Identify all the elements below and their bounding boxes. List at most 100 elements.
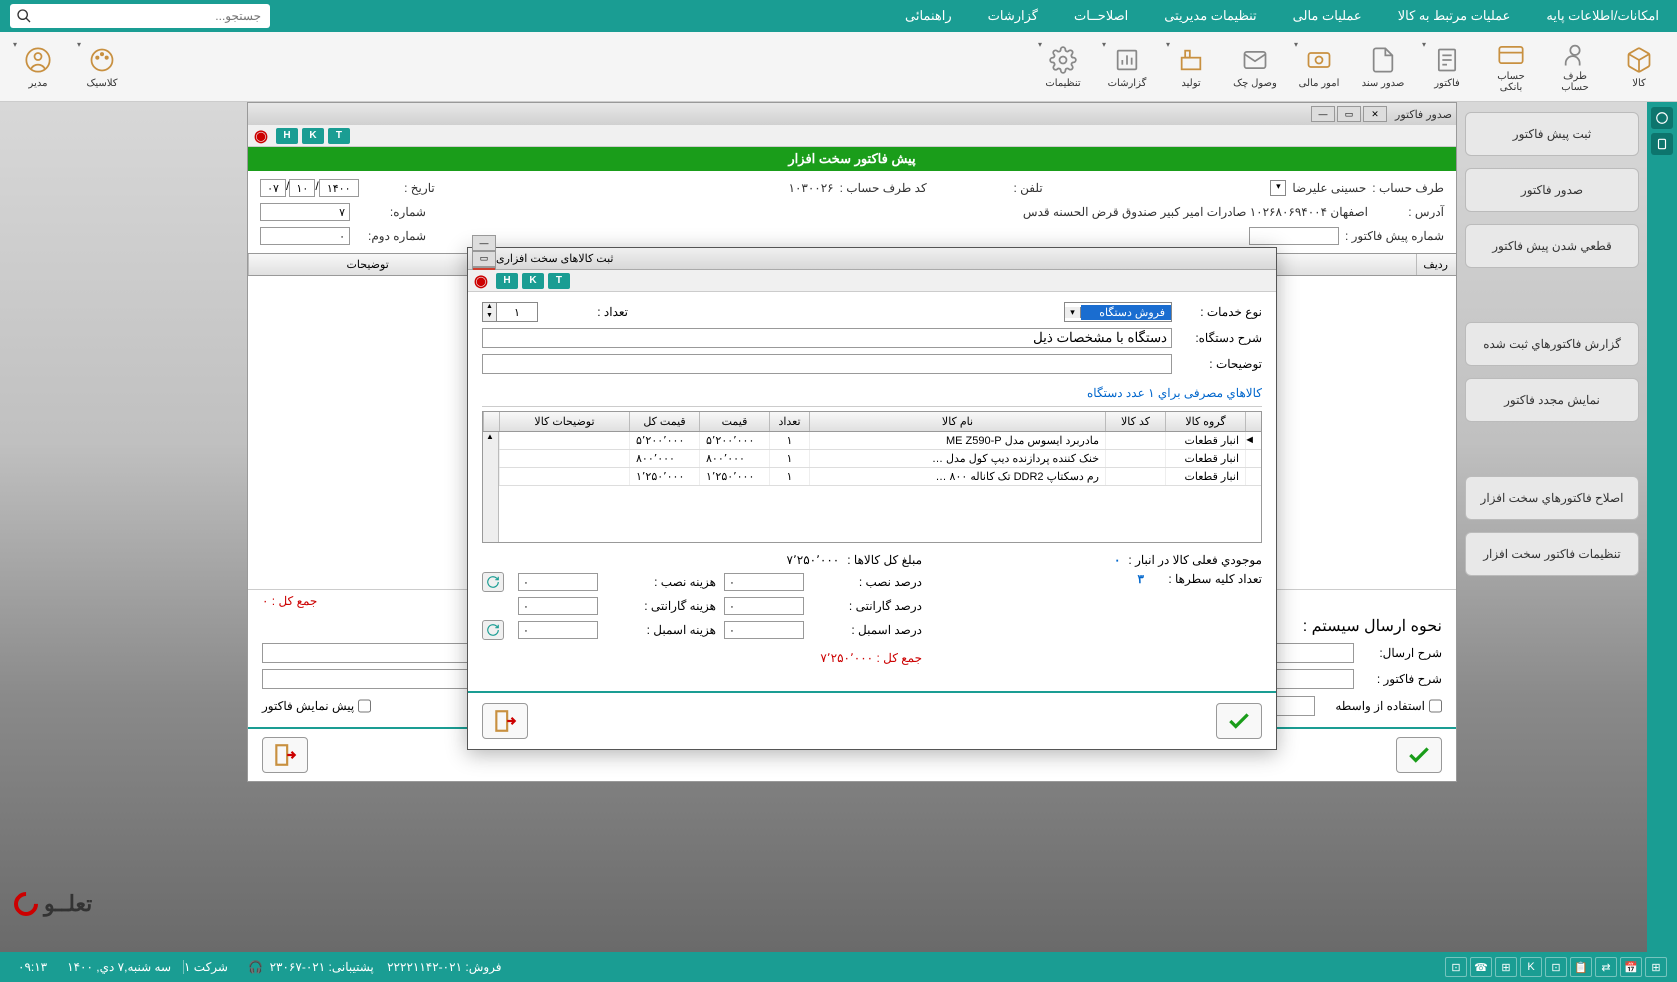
cheque-button[interactable]: وصول چک <box>1227 37 1283 97</box>
use-broker-checkbox[interactable] <box>1429 696 1442 716</box>
date-year-input[interactable] <box>319 179 359 197</box>
sb-icon-9[interactable]: ⊡ <box>1445 957 1467 977</box>
confirm-button[interactable] <box>1396 737 1442 773</box>
goods-button[interactable]: کالا <box>1611 37 1667 97</box>
preview-invoice-checkbox[interactable] <box>358 696 371 716</box>
menu-goods-ops[interactable]: عملیات مرتبط به کالا <box>1390 3 1519 29</box>
sb-icon-3[interactable]: ⇄ <box>1595 957 1617 977</box>
spin-up-icon[interactable]: ▲ <box>483 303 497 312</box>
dialog-k-button[interactable]: K <box>522 273 544 289</box>
number-input[interactable] <box>260 203 350 221</box>
refresh-assemble-button[interactable] <box>482 620 504 640</box>
issue-invoice-button[interactable]: صدور فاکتور <box>1465 168 1639 212</box>
warranty-pct-input[interactable] <box>724 597 804 615</box>
redisplay-invoice-button[interactable]: نمایش مجدد فاکتور <box>1465 378 1639 422</box>
dropdown-arrow-icon[interactable]: ▾ <box>1270 180 1286 196</box>
dialog-totals: موجودي فعلی کالا در انبار : ۰ تعداد کلیه… <box>482 543 1262 681</box>
device-desc-input[interactable] <box>482 328 1172 348</box>
date-day-input[interactable] <box>260 179 286 197</box>
finalize-preinvoice-button[interactable]: قطعي شدن پیش فاکتور <box>1465 224 1639 268</box>
grid-row[interactable]: انبار قطعات رم دسکتاپ DDR2 تک کاناله ۸۰۰… <box>483 468 1261 486</box>
bank-account-button[interactable]: حساب بانکی <box>1483 37 1539 97</box>
assemble-fee-input[interactable] <box>518 621 598 639</box>
account-party-button[interactable]: طرف حساب <box>1547 37 1603 97</box>
h-button[interactable]: H <box>276 128 298 144</box>
settings-button[interactable]: ▾ تنظیمات <box>1035 37 1091 97</box>
dialog-exit-button[interactable] <box>482 703 528 739</box>
t-button[interactable]: T <box>328 128 350 144</box>
search-icon[interactable] <box>16 8 32 24</box>
strip-btn-1[interactable] <box>1651 107 1673 129</box>
production-button[interactable]: ▾ تولید <box>1163 37 1219 97</box>
sb-icon-5[interactable]: ⊡ <box>1545 957 1567 977</box>
dialog-maximize-button[interactable]: ▭ <box>472 251 496 267</box>
send-method-label: نحوه ارسال سیستم : <box>1303 616 1442 636</box>
minimize-button[interactable]: — <box>1311 106 1335 122</box>
gear-icon <box>1047 44 1079 76</box>
admin-button[interactable]: ▾ مدیر <box>10 37 66 97</box>
menu-finance-ops[interactable]: عملیات مالی <box>1285 3 1370 29</box>
close-button[interactable]: ✕ <box>1363 106 1387 122</box>
consumables-grid-body[interactable]: ◄ انبار قطعات مادربرد ایسوس مدل ME Z590-… <box>483 432 1261 542</box>
count-stepper[interactable]: ▲▼ <box>482 302 538 322</box>
maximize-button[interactable]: ▭ <box>1337 106 1361 122</box>
sb-icon-7[interactable]: ⊞ <box>1495 957 1517 977</box>
sb-icon-calendar[interactable]: 📅 <box>1620 957 1642 977</box>
dialog-minimize-button[interactable]: — <box>472 235 496 251</box>
menu-help[interactable]: راهنمائی <box>897 3 960 29</box>
dialog-t-button[interactable]: T <box>548 273 570 289</box>
menu-corrections[interactable]: اصلاحــات <box>1066 3 1136 29</box>
count-input[interactable] <box>497 306 537 318</box>
register-preinvoice-button[interactable]: ثبت پیش فاکتور <box>1465 112 1639 156</box>
search-wrapper <box>10 4 270 28</box>
menu-reports[interactable]: گزارشات <box>980 3 1046 29</box>
assemble-pct-input[interactable] <box>724 621 804 639</box>
reports-button[interactable]: ▾ گزارشات <box>1099 37 1155 97</box>
sb-icon-k[interactable]: K <box>1520 957 1542 977</box>
menu-admin-settings[interactable]: تنظیمات مدیریتی <box>1156 3 1264 29</box>
mcol-qty: تعداد <box>769 412 809 431</box>
main-toolbar: کالا طرف حساب حساب بانکی ▾ فاکتور صدور س… <box>0 32 1677 102</box>
date-month-input[interactable] <box>289 179 315 197</box>
install-pct-input[interactable] <box>724 573 804 591</box>
invoice-header: پیش فاکتور سخت افزار <box>248 147 1456 171</box>
grid-row[interactable]: ◄ انبار قطعات مادربرد ایسوس مدل ME Z590-… <box>483 432 1261 450</box>
stock-value: ۰ <box>1114 553 1120 567</box>
refresh-install-button[interactable] <box>482 572 504 592</box>
search-input[interactable] <box>32 6 264 26</box>
hardware-invoice-settings-button[interactable]: تنظیمات فاکتور سخت افزار <box>1465 532 1639 576</box>
notes-input[interactable] <box>482 354 1172 374</box>
sb-icon-8[interactable]: ☎ <box>1470 957 1492 977</box>
pre-invoice-no-input[interactable] <box>1249 227 1339 245</box>
invoice-form-top: طرف حساب : حسینی علیرضا ▾ تلفن : کد طرف … <box>248 171 1456 253</box>
grid-scrollbar[interactable] <box>483 432 499 542</box>
grid-row[interactable]: انبار قطعات خنک کننده پردازنده دیپ کول م… <box>483 450 1261 468</box>
warranty-fee-input[interactable] <box>518 597 598 615</box>
dialog-confirm-button[interactable] <box>1216 703 1262 739</box>
chevron-down-icon: ▾ <box>1166 40 1170 49</box>
number2-input[interactable] <box>260 227 350 245</box>
sb-icon-4[interactable]: 📋 <box>1570 957 1592 977</box>
k-button[interactable]: K <box>302 128 324 144</box>
install-fee-input[interactable] <box>518 573 598 591</box>
edit-hardware-invoices-button[interactable]: اصلاح فاکتورهاي سخت افزار <box>1465 476 1639 520</box>
classic-theme-button[interactable]: ▾ کلاسیک <box>74 37 130 97</box>
registered-invoices-report-button[interactable]: گزارش فاکتورهاي ثبت شده <box>1465 322 1639 366</box>
main-menubar: امکانات/اطلاعات پایه عملیات مرتبط به کال… <box>0 0 1677 32</box>
exit-button[interactable] <box>262 737 308 773</box>
finance-button[interactable]: ▾ امور مالی <box>1291 37 1347 97</box>
subtotal-label: مبلغ کل کالاها : <box>847 553 922 567</box>
subtotal-value: ۷٬۲۵۰٬۰۰۰ <box>787 553 840 567</box>
dialog-h-button[interactable]: H <box>496 273 518 289</box>
spin-down-icon[interactable]: ▼ <box>483 312 497 321</box>
menu-base[interactable]: امکانات/اطلاعات پایه <box>1538 3 1667 29</box>
strip-btn-2[interactable] <box>1651 133 1673 155</box>
address-value: اصفهان ۱۰۲۶۸۰۶۹۴۰۰۴ صادرات امیر کبیر صند… <box>1023 205 1368 219</box>
notes-label: توضیحات : <box>1182 357 1262 371</box>
service-type-dropdown[interactable]: فروش دستگاه ▾ <box>1064 302 1172 322</box>
rows-count-value: ۳ <box>1138 572 1144 586</box>
issue-doc-button[interactable]: صدور سند <box>1355 37 1411 97</box>
date-label: تاریخ : <box>365 181 435 195</box>
sb-icon-1[interactable]: ⊞ <box>1645 957 1667 977</box>
invoice-button[interactable]: ▾ فاکتور <box>1419 37 1475 97</box>
